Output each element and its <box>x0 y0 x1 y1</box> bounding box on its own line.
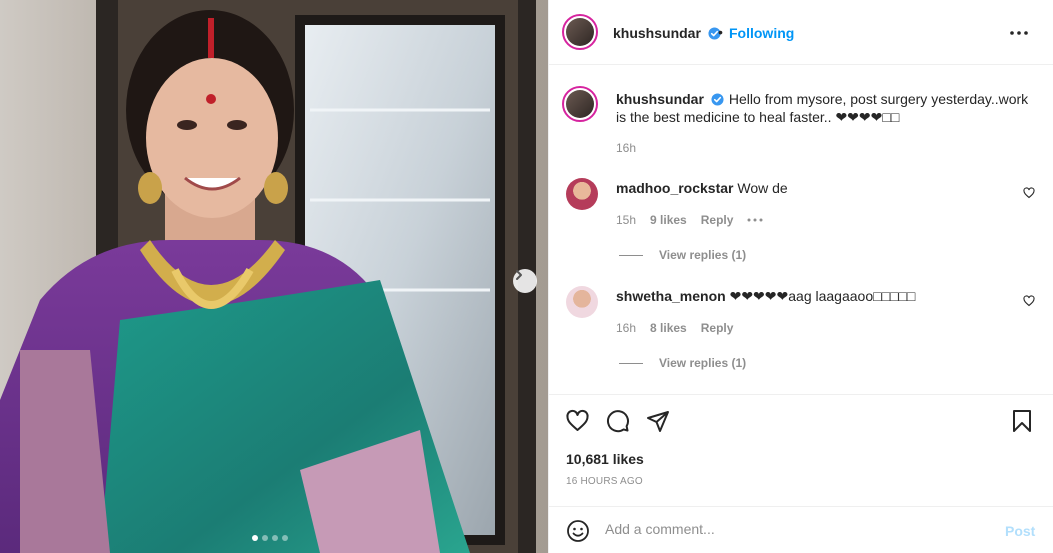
carousel-dot <box>252 535 258 541</box>
username-link[interactable]: shwetha_menon <box>616 288 726 304</box>
view-replies-button[interactable]: View replies (1) <box>619 356 746 370</box>
avatar[interactable] <box>562 14 598 50</box>
post-photo <box>0 0 548 553</box>
avatar[interactable] <box>566 286 598 318</box>
heart-icon[interactable] <box>565 409 590 433</box>
comment-likes[interactable]: 9 likes <box>650 213 687 227</box>
comment: madhoo_rockstar Wow de <box>616 180 788 196</box>
comment-timestamp[interactable]: 16h <box>616 321 636 335</box>
more-options-icon[interactable] <box>747 218 763 222</box>
view-replies-label: View replies (1) <box>659 356 747 370</box>
emoji-icon[interactable] <box>566 519 590 543</box>
comment-timestamp[interactable]: 15h <box>616 213 636 227</box>
likes-count[interactable]: 10,681 likes <box>566 451 644 467</box>
carousel-dot <box>262 535 268 541</box>
heart-icon[interactable] <box>1023 187 1035 199</box>
verified-badge-icon <box>711 93 724 106</box>
chevron-right-icon <box>516 270 522 280</box>
caption-timestamp[interactable]: 16h <box>616 141 636 155</box>
reply-button[interactable]: Reply <box>701 321 734 335</box>
comment-meta: 16h 8 likes Reply <box>616 321 733 335</box>
next-slide-button[interactable] <box>513 269 537 293</box>
avatar[interactable] <box>566 178 598 210</box>
comment-composer: Post <box>549 506 1053 553</box>
action-bar <box>549 394 1053 444</box>
post-sidebar: khushsundar • Following khushsundar Hell… <box>548 0 1053 553</box>
carousel-dot <box>282 535 288 541</box>
view-replies-button[interactable]: View replies (1) <box>619 248 746 262</box>
divider <box>619 254 643 256</box>
comment: shwetha_menon ❤❤❤❤❤aag laagaaoo□□□□□ <box>616 288 915 305</box>
bookmark-icon[interactable] <box>1011 409 1033 433</box>
reply-button[interactable]: Reply <box>701 213 734 227</box>
carousel-indicator <box>252 535 288 541</box>
following-button[interactable]: Following <box>729 25 794 41</box>
comment-meta: 15h 9 likes Reply <box>616 213 763 227</box>
post-header: khushsundar • Following <box>549 0 1053 65</box>
comment-input[interactable] <box>605 521 985 537</box>
comment-likes[interactable]: 8 likes <box>650 321 687 335</box>
post-timestamp[interactable]: 16 HOURS AGO <box>566 476 643 487</box>
share-icon[interactable] <box>646 409 670 433</box>
separator: • <box>718 24 723 40</box>
username-link[interactable]: khushsundar <box>616 91 704 107</box>
comment-icon[interactable] <box>606 409 630 433</box>
username-link[interactable]: khushsundar <box>613 25 701 41</box>
post-caption: khushsundar Hello from mysore, post surg… <box>616 90 1034 126</box>
more-options-icon[interactable] <box>1009 30 1029 36</box>
divider <box>619 362 643 364</box>
post-author[interactable]: khushsundar <box>613 25 721 43</box>
username-link[interactable]: madhoo_rockstar <box>616 180 733 196</box>
post-media[interactable] <box>0 0 548 553</box>
post-comment-button[interactable]: Post <box>1005 523 1035 539</box>
comment-text: ❤❤❤❤❤aag laagaaoo□□□□□ <box>729 288 916 304</box>
heart-icon[interactable] <box>1023 295 1035 307</box>
comment-text: Wow de <box>737 180 788 196</box>
avatar[interactable] <box>562 86 598 122</box>
view-replies-label: View replies (1) <box>659 248 747 262</box>
carousel-dot <box>272 535 278 541</box>
